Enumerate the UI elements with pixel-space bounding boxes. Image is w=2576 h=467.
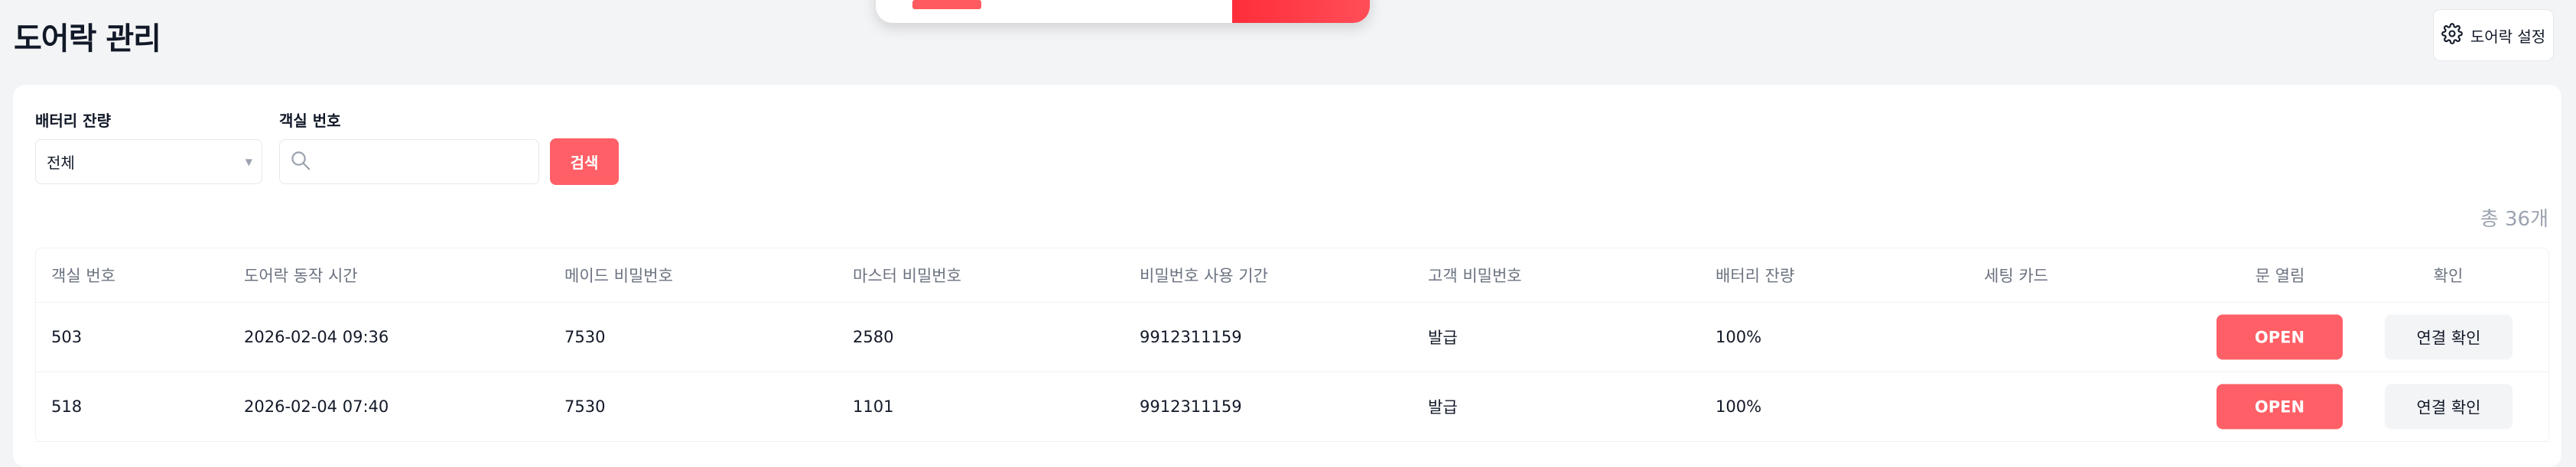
header-master: 마스터 비밀번호 [853,267,961,285]
settings-label: 도어락 설정 [2470,27,2546,46]
cell-battery: 100% [1716,328,1762,346]
open-door-button[interactable]: OPEN [2217,384,2343,430]
table-row: 503 2026-02-04 09:36 7530 2580 991231115… [36,303,2548,372]
doorlock-settings-button[interactable]: 도어락 설정 [2433,9,2554,61]
cell-period: 9912311159 [1140,397,1242,416]
cell-room: 518 [51,397,83,416]
cell-room: 503 [51,328,83,346]
header-battery: 배터리 잔량 [1716,267,1795,285]
room-filter-label: 객실 번호 [279,112,341,130]
header-door: 문 열림 [2255,267,2305,285]
cell-period: 9912311159 [1140,328,1242,346]
cell-master: 2580 [853,328,894,346]
popup-action-area[interactable] [1232,0,1370,23]
cell-maid: 7530 [564,397,606,416]
cell-guest: 발급 [1428,329,1458,347]
cell-master: 1101 [853,397,894,416]
battery-filter-label: 배터리 잔량 [35,112,111,130]
header-maid: 메이드 비밀번호 [564,267,673,285]
doorlock-table: 객실 번호 도어락 동작 시간 메이드 비밀번호 마스터 비밀번호 비밀번호 사… [35,248,2549,442]
header-guest: 고객 비밀번호 [1428,267,1522,285]
doorlock-panel: 배터리 잔량 객실 번호 전체 ▼ 검색 총 36개 객실 번호 도어락 동작 … [13,85,2561,467]
page-title: 도어락 관리 [14,21,161,57]
cell-guest: 발급 [1428,398,1458,417]
check-connection-button[interactable]: 연결 확인 [2385,314,2513,360]
search-button[interactable]: 검색 [550,138,619,185]
table-row: 518 2026-02-04 07:40 7530 1101 991231115… [36,372,2548,442]
chevron-down-icon: ▼ [245,157,252,167]
gear-icon [2441,22,2463,48]
cell-maid: 7530 [564,328,606,346]
table-header-row: 객실 번호 도어락 동작 시간 메이드 비밀번호 마스터 비밀번호 비밀번호 사… [36,248,2548,303]
header-card: 세팅 카드 [1984,267,2048,285]
header-time: 도어락 동작 시간 [244,267,358,285]
open-door-button[interactable]: OPEN [2217,314,2343,360]
search-icon [289,149,312,175]
toast-popup [876,0,1370,23]
check-connection-button[interactable]: 연결 확인 [2385,384,2513,430]
room-search-input[interactable] [318,151,538,172]
header-room: 객실 번호 [51,267,115,285]
battery-select[interactable]: 전체 ▼ [35,139,262,184]
popup-accent [912,0,981,9]
header-check: 확인 [2433,267,2464,285]
header-period: 비밀번호 사용 기간 [1140,267,1268,285]
total-count: 총 36개 [2480,208,2548,231]
battery-select-value: 전체 [47,154,75,172]
cell-battery: 100% [1716,397,1762,416]
room-search-field[interactable] [279,139,539,184]
cell-time: 2026-02-04 07:40 [244,397,389,416]
cell-time: 2026-02-04 09:36 [244,328,389,346]
